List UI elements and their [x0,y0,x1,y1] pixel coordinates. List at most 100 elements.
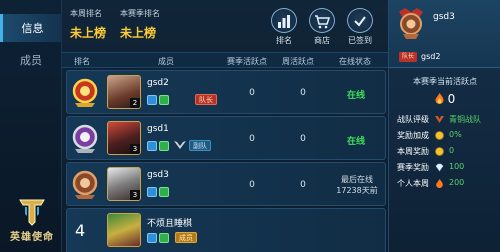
avatar [107,213,141,247]
leader-tag: 队长 [399,52,417,62]
week-points: 0 [300,88,306,98]
season-points: 0 [249,88,255,98]
offline-status: 最后在线 17238天前 [329,174,385,196]
stat-personal-week: 个人本周 200 [397,178,497,190]
stat-label: 个人本周 [397,179,429,188]
team-info-panel: gsd3 队长 gsd2 本赛季当前活跃点 0 战队评级 青铜战队 奖励加成 0… [388,0,500,252]
avatar: 3 [107,167,141,201]
team-header: gsd3 队长 gsd2 [389,0,500,68]
last-online-value: 17238天前 [336,186,378,195]
logo-text: 英雄使命 [10,232,54,243]
stat-week-reward: 本周奖励 0 [397,146,497,158]
stat-label: 赛季奖励 [397,163,429,172]
stat-label: 奖励加成 [397,131,429,140]
cart-icon [315,14,330,28]
game-logo: 英雄使命 [4,196,60,248]
role-tag: 副队 [189,140,211,151]
ranking-button[interactable]: 排名 [268,8,300,46]
season-rank-label: 本赛季排名 [120,9,160,18]
table-row[interactable]: 4 不烦且睡棋 成员 [66,208,386,252]
col-week-points: 周活跃点 [282,57,314,66]
col-season-points: 赛季活跃点 [227,57,267,66]
week-points: 0 [300,134,306,144]
leader-name: gsd2 [421,52,441,61]
stat-label: 本周奖励 [397,147,429,156]
flame-icon [436,179,443,188]
last-online-label: 最后在线 [341,175,373,184]
bar-chart-icon [278,14,290,28]
blue-square-icon [147,233,157,243]
blue-square-icon [147,141,157,151]
team-name: gsd3 [433,12,455,22]
online-status: 在线 [346,91,365,101]
season-points: 0 [249,134,255,144]
shop-label: 商店 [314,36,330,45]
coin-icon [435,147,444,156]
stat-value: 100 [449,162,465,171]
table-row[interactable]: 3 gsd1 副队 0 0 在线 [66,116,386,160]
sidebar: 信息 成员 英雄使命 [0,0,62,252]
flame-icon [435,93,444,104]
stat-value: 0 [449,146,455,155]
blue-square-icon [147,95,157,105]
member-name: 不烦且睡棋 [147,219,193,229]
rank-summary: 本周排名 未上榜 本赛季排名 未上榜 [70,8,260,48]
rank-number: 4 [75,221,86,240]
team-emblem-icon [399,8,423,39]
gold-rank-badge-icon [72,78,98,107]
ranking-label: 排名 [276,36,292,45]
level-badge: 2 [130,98,140,108]
green-square-icon [159,187,169,197]
main-panel: 本周排名 未上榜 本赛季排名 未上榜 排名 商店 已签到 排名 成员 赛季活跃点… [62,0,388,252]
week-points: 0 [300,180,306,190]
stat-value: 0% [449,130,462,139]
stat-team-grade: 战队评级 青铜战队 [397,114,497,126]
season-points: 0 [249,180,255,190]
col-status: 在线状态 [339,57,371,66]
green-square-icon [159,141,169,151]
checkin-label: 已签到 [348,36,372,45]
season-active-value: 0 [447,92,456,106]
online-status: 在线 [346,137,365,147]
coin-icon [435,131,444,140]
week-rank-label: 本周排名 [70,9,102,18]
green-square-icon [159,233,169,243]
col-member: 成员 [158,57,174,66]
stat-season-reward: 赛季奖励 100 [397,162,497,174]
bronze-rank-icon [435,116,444,123]
table-row[interactable]: 3 gsd3 0 0 最后在线 17238天前 [66,162,386,206]
silver-rank-badge-icon [72,124,98,153]
season-active-label: 本赛季当前活跃点 [413,77,477,86]
week-rank-value: 未上榜 [70,26,107,40]
tab-info[interactable]: 信息 [0,14,62,42]
table-header: 排名 成员 赛季活跃点 周活跃点 在线状态 [62,52,388,68]
role-tag: 成员 [175,232,197,243]
season-active-value-row: 0 [389,92,500,106]
check-icon [354,15,366,27]
logo-emblem-icon [19,199,45,226]
avatar: 3 [107,121,141,155]
table-row[interactable]: 2 gsd2 队长 0 0 在线 [66,70,386,114]
level-badge: 3 [130,144,140,154]
col-rank: 排名 [74,57,90,66]
diamond-icon [435,163,444,172]
role-tag: 队长 [195,94,217,105]
bronze-rank-badge-icon [72,170,98,199]
member-name: gsd2 [147,78,169,88]
wings-icon [174,141,186,149]
blue-square-icon [147,187,157,197]
stat-value: 青铜战队 [449,115,481,124]
level-badge: 3 [130,190,140,200]
stat-label: 战队评级 [397,115,429,124]
avatar: 2 [107,75,141,109]
season-rank-value: 未上榜 [120,26,157,40]
green-square-icon [159,95,169,105]
shop-button[interactable]: 商店 [306,8,338,46]
checkin-button[interactable]: 已签到 [344,8,376,46]
team-screen: 信息 成员 英雄使命 本周排名 未上榜 本赛季排名 未上榜 排名 商店 已签到 … [0,0,500,252]
tab-members[interactable]: 成员 [0,46,62,74]
member-name: gsd3 [147,170,169,180]
stat-value: 200 [449,178,465,187]
member-name: gsd1 [147,124,169,134]
stat-bonus: 奖励加成 0% [397,130,497,142]
